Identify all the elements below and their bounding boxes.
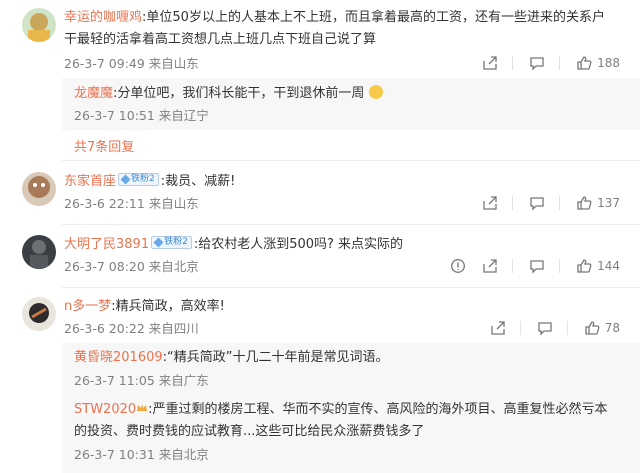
username[interactable]: 黄昏晓201609 [74, 350, 163, 365]
like-button[interactable]: 78 [584, 320, 620, 336]
like-count: 188 [597, 56, 620, 70]
fan-badge: 铁粉2 [151, 236, 192, 249]
comment-meta: 26-3-7 08:20 来自北京 [64, 259, 199, 274]
comment-3: 大明了民3891 铁粉2:给农村老人涨到500吗? 来点实际的 26-3-7 08… [0, 231, 640, 283]
comment-icon [530, 197, 544, 211]
avatar[interactable] [22, 297, 56, 331]
like-count: 78 [604, 321, 620, 335]
comment-4: n多一梦:精兵简政，高效率! 26-3-6 20:22 来自四川 78 黄昏晓2… [0, 293, 640, 473]
avatar[interactable] [22, 8, 56, 42]
reply-box: 黄昏晓201609:“精兵简政”十几二十年前是常见词语。 26-3-7 11:0… [62, 343, 640, 473]
avatar[interactable] [22, 235, 56, 269]
share-icon [491, 321, 505, 335]
thumbs-up-icon [577, 56, 592, 70]
comment-1: 幸运的咖喱鸡:单位50岁以上的人基本上不上班，而且拿着最高的工资，还有一些进来的… [0, 0, 640, 155]
comment-actions: 78 [474, 320, 620, 336]
reply-meta: 26-3-7 10:31 来自北京 [74, 447, 209, 462]
laugh-emoji-icon [368, 85, 383, 99]
username[interactable]: 幸运的咖喱鸡 [64, 10, 142, 25]
thumbs-up-icon [577, 259, 592, 273]
like-button[interactable]: 137 [576, 195, 620, 211]
comment-text-cont: 干最轻的活拿着高工资想几点上班几点下班自己说了算 [64, 32, 377, 47]
reply-text: 龙魔魔:分单位吧，我们科长能干，干到退休前一周 [74, 84, 383, 104]
divider [62, 160, 640, 161]
comment-meta: 26-3-6 20:22 来自四川 [64, 321, 199, 336]
comment-actions: 144 [434, 258, 620, 274]
comment-text: 幸运的咖喱鸡:单位50岁以上的人基本上不上班，而且拿着最高的工资，还有一些进来的… [64, 10, 605, 25]
share-icon [483, 56, 497, 70]
share-icon [483, 259, 497, 273]
report-button[interactable] [450, 258, 466, 274]
share-button[interactable] [482, 258, 498, 274]
reply-button[interactable] [529, 195, 545, 211]
comment-text: n多一梦:精兵简政，高效率! [64, 299, 225, 314]
reply-button[interactable] [529, 258, 545, 274]
reply-meta: 26-3-7 10:51 来自辽宁 [74, 108, 209, 123]
comment-icon [530, 57, 544, 71]
like-count: 137 [597, 196, 620, 210]
reply-button[interactable] [529, 55, 545, 71]
comment-actions: 188 [466, 55, 620, 71]
thumbs-up-icon [577, 196, 592, 210]
share-button[interactable] [490, 320, 506, 336]
divider [62, 287, 640, 288]
comment-icon [538, 322, 552, 336]
username[interactable]: 龙魔魔 [74, 86, 113, 101]
share-button[interactable] [482, 55, 498, 71]
info-icon [451, 259, 466, 273]
comment-2: 东家首座 铁粉2:裁员、减薪! 26-3-6 22:11 来自山东 137 [0, 168, 640, 220]
reply-text: 黄昏晓201609:“精兵简政”十几二十年前是常见词语。 [74, 350, 389, 365]
username[interactable]: 大明了民3891 [64, 237, 149, 252]
comment-text: 东家首座 铁粉2:裁员、减薪! [64, 173, 236, 189]
fan-badge: 铁粉2 [118, 173, 159, 186]
like-button[interactable]: 188 [576, 55, 620, 71]
share-icon [483, 196, 497, 210]
like-count: 144 [597, 259, 620, 273]
reply-box: 龙魔魔:分单位吧，我们科长能干，干到退休前一周 26-3-7 10:51 来自辽… [62, 78, 640, 130]
reply-text-cont: 的投资、费时费钱的应试教育...这些可比给民众涨薪费钱多了 [74, 424, 425, 439]
comment-meta: 26-3-6 22:11 来自山东 [64, 196, 199, 211]
comment-text: 大明了民3891 铁粉2:给农村老人涨到500吗? 来点实际的 [64, 236, 404, 252]
divider [62, 224, 640, 225]
comment-actions: 137 [466, 195, 620, 211]
crown-icon [137, 404, 148, 411]
username[interactable]: STW2020 [74, 402, 136, 417]
comment-icon [530, 260, 544, 274]
username[interactable]: n多一梦 [64, 299, 111, 314]
share-button[interactable] [482, 195, 498, 211]
thumbs-up-icon [585, 321, 600, 335]
avatar[interactable] [22, 172, 56, 206]
reply-text: STW2020:严重过剩的楼房工程、华而不实的宣传、高风险的海外项目、高重复性必… [74, 402, 608, 417]
reply-button[interactable] [537, 320, 553, 336]
reply-meta: 26-3-7 11:05 来自广东 [74, 373, 209, 388]
comment-meta: 26-3-7 09:49 来自山东 [64, 56, 199, 71]
more-replies-link[interactable]: 共7条回复 [74, 136, 134, 155]
username[interactable]: 东家首座 [64, 174, 116, 189]
like-button[interactable]: 144 [576, 258, 620, 274]
